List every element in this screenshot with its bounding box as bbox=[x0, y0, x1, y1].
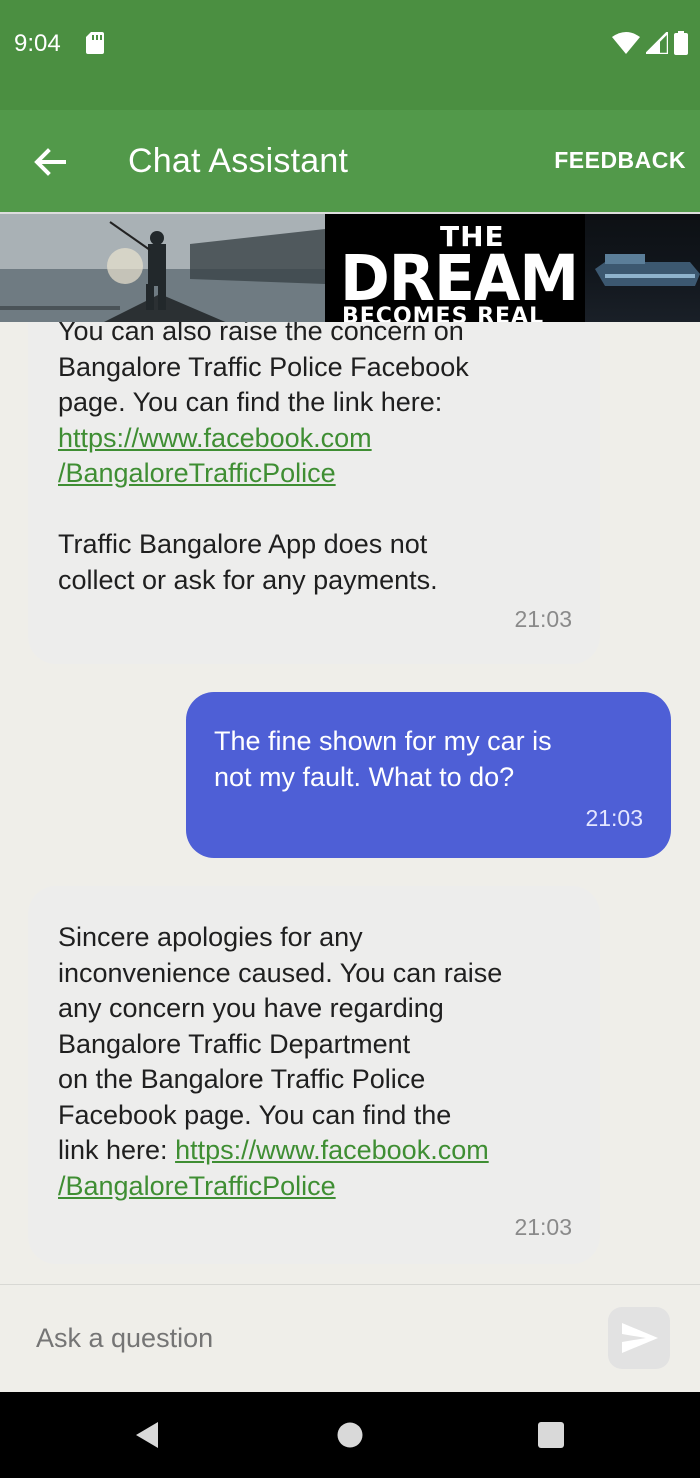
chat-message-list[interactable]: You can also raise the concern on Bangal… bbox=[0, 322, 700, 1284]
app-bar: Chat Assistant FEEDBACK bbox=[0, 110, 700, 212]
bot-message-bubble: You can also raise the concern on Bangal… bbox=[28, 322, 600, 664]
wifi-icon bbox=[612, 32, 640, 54]
status-time: 9:04 bbox=[14, 30, 61, 57]
fisherman-illustration bbox=[0, 214, 325, 322]
status-icons bbox=[612, 30, 688, 56]
bot-message-bubble: Sincere apologies for any inconvenience … bbox=[28, 886, 600, 1264]
recents-square-icon[interactable] bbox=[537, 1420, 565, 1450]
banner-fisherman-image bbox=[0, 214, 325, 322]
banner-ad[interactable]: THE DREAM BECOMES REAL bbox=[0, 212, 700, 322]
send-icon bbox=[622, 1323, 658, 1353]
message-timestamp: 21:03 bbox=[514, 1214, 572, 1240]
send-button[interactable] bbox=[608, 1307, 670, 1369]
bot-message-text: You can also raise the concern on Bangal… bbox=[58, 322, 469, 417]
battery-icon bbox=[674, 31, 688, 55]
page-title: Chat Assistant bbox=[128, 142, 349, 180]
sd-card-icon bbox=[86, 32, 104, 54]
system-navigation-bar bbox=[0, 1392, 700, 1478]
question-input[interactable] bbox=[36, 1323, 576, 1354]
user-message-bubble: The fine shown for my car is not my faul… bbox=[186, 692, 671, 858]
banner-boat-image bbox=[585, 214, 700, 322]
bot-message-text: Traffic Bangalore App does not collect o… bbox=[58, 529, 438, 595]
banner-text-becomes-real: BECOMES REAL bbox=[342, 304, 545, 322]
status-bar: 9:04 bbox=[0, 0, 700, 110]
home-circle-icon[interactable] bbox=[336, 1420, 364, 1450]
back-triangle-icon[interactable] bbox=[132, 1420, 162, 1450]
boat-illustration bbox=[595, 254, 700, 286]
facebook-link[interactable]: https://www.facebook.com /BangaloreTraff… bbox=[58, 423, 372, 489]
feedback-button[interactable]: FEEDBACK bbox=[554, 147, 686, 174]
message-input-bar bbox=[0, 1284, 700, 1392]
arrow-left-icon[interactable] bbox=[28, 140, 72, 184]
message-timestamp: 21:03 bbox=[514, 606, 572, 632]
user-message-text: The fine shown for my car is not my faul… bbox=[214, 726, 552, 792]
signal-icon bbox=[646, 32, 668, 54]
message-timestamp: 21:03 bbox=[585, 805, 643, 831]
bot-message-text: Sincere apologies for any inconvenience … bbox=[58, 922, 503, 1165]
